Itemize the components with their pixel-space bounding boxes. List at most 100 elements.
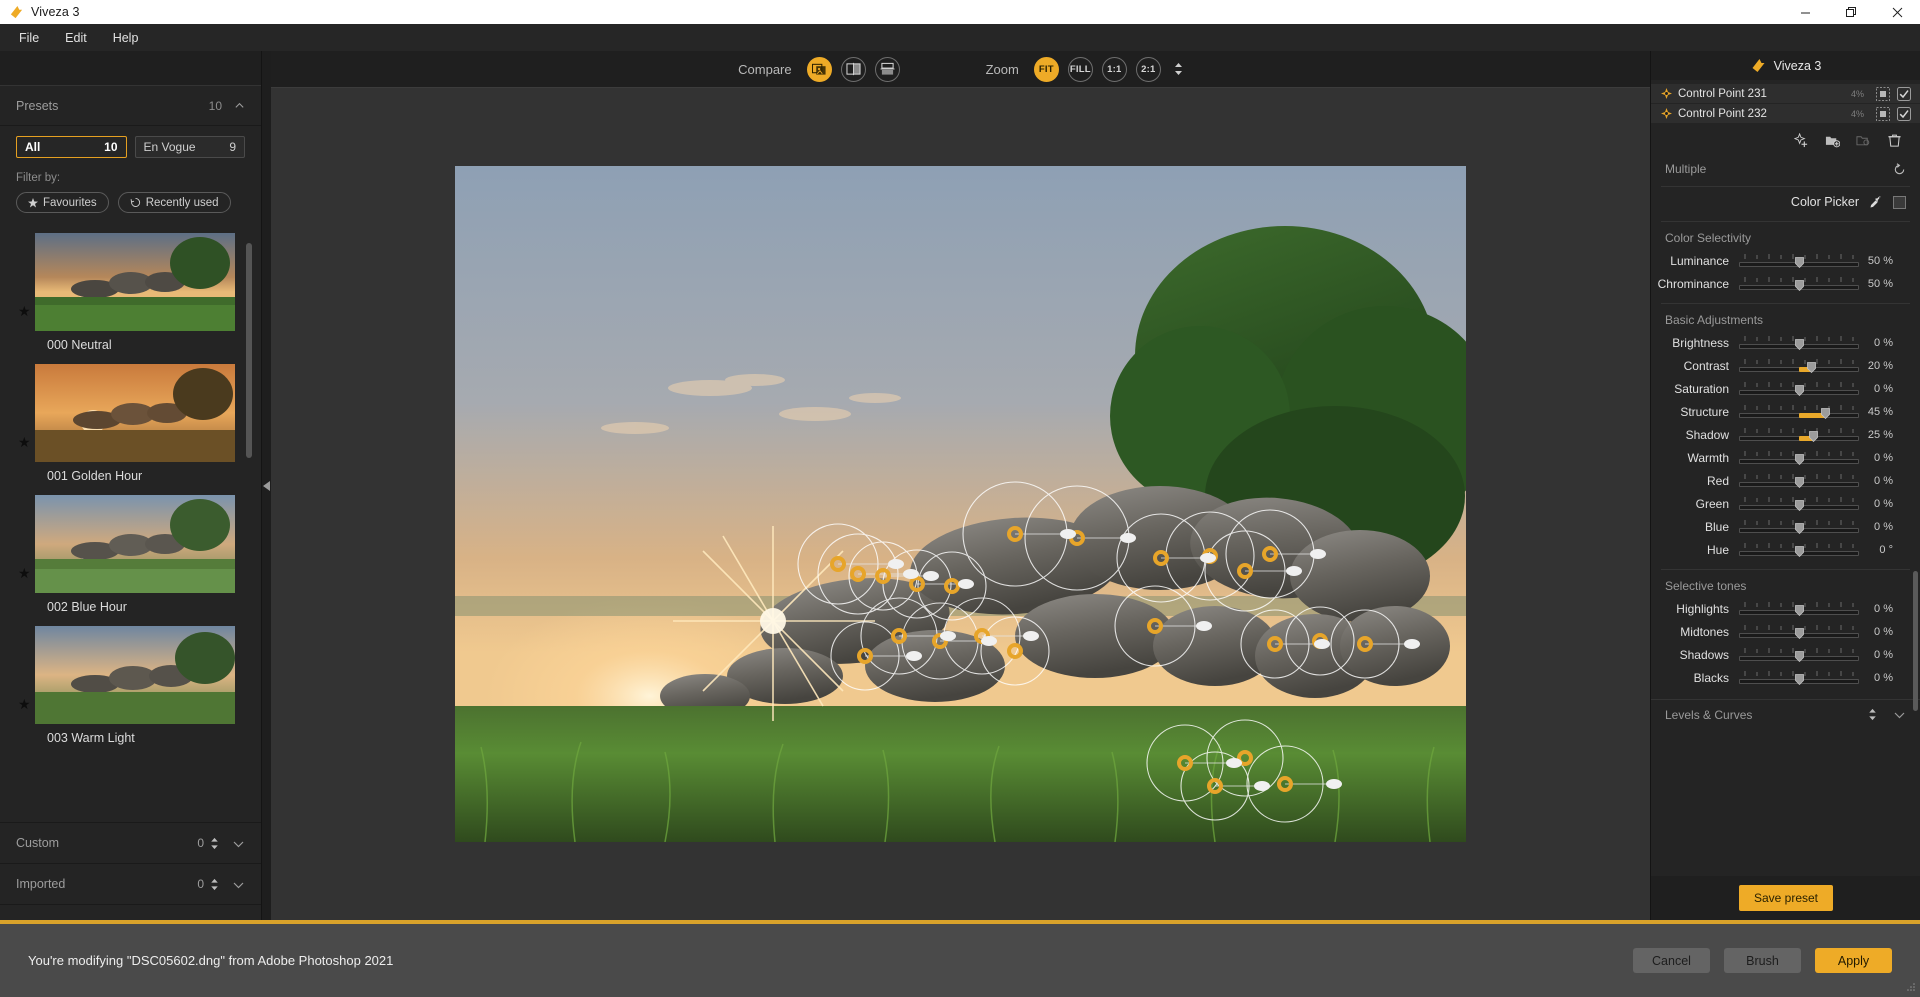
slider-track[interactable] — [1739, 600, 1859, 617]
save-preset-button[interactable]: Save preset — [1739, 885, 1833, 911]
slider-knob[interactable] — [1795, 674, 1804, 685]
control-point-row[interactable]: Control Point 232 4% — [1651, 104, 1920, 123]
slider-track[interactable] — [1739, 472, 1859, 489]
control-point-visibility-checkbox[interactable] — [1897, 107, 1911, 121]
slider-shadows[interactable]: Shadows0 % — [1651, 643, 1920, 666]
slider-knob[interactable] — [1807, 362, 1816, 373]
chevron-down-icon[interactable] — [232, 878, 245, 891]
slider-knob[interactable] — [1795, 339, 1804, 350]
slider-warmth[interactable]: Warmth0 % — [1651, 446, 1920, 469]
preset-favourite-star-icon[interactable]: ★ — [18, 436, 31, 449]
preset-favourite-star-icon[interactable]: ★ — [18, 305, 31, 318]
slider-knob[interactable] — [1795, 385, 1804, 396]
apply-button[interactable]: Apply — [1815, 948, 1892, 973]
control-point-mask-icon[interactable] — [1876, 87, 1890, 101]
left-panel-collapse-handle[interactable] — [262, 51, 271, 920]
slider-shadow[interactable]: Shadow25 % — [1651, 423, 1920, 446]
levels-curves-row[interactable]: Levels & Curves — [1651, 699, 1920, 729]
preset-item[interactable]: ★ 000 Neutral — [0, 233, 261, 364]
color-picker-swatch[interactable] — [1893, 196, 1906, 209]
preset-list[interactable]: ★ 000 Neutral ★ — [0, 233, 261, 822]
preset-item[interactable]: ★ 002 Blue Hour — [0, 495, 261, 626]
stepper-icon[interactable] — [1868, 708, 1877, 721]
zoom-stepper-icon[interactable] — [1174, 62, 1183, 76]
slider-knob[interactable] — [1795, 523, 1804, 534]
compare-stacked-view-button[interactable] — [875, 57, 900, 82]
resize-grip-icon[interactable] — [1905, 982, 1916, 993]
slider-blacks[interactable]: Blacks0 % — [1651, 666, 1920, 689]
brush-button[interactable]: Brush — [1724, 948, 1801, 973]
color-picker-row[interactable]: Color Picker — [1651, 187, 1920, 217]
add-control-point-icon[interactable] — [1794, 133, 1809, 148]
slider-hue[interactable]: Hue0 ° — [1651, 538, 1920, 561]
slider-track[interactable] — [1739, 449, 1859, 466]
slider-knob[interactable] — [1795, 605, 1804, 616]
menu-file[interactable]: File — [6, 27, 52, 49]
slider-saturation[interactable]: Saturation0 % — [1651, 377, 1920, 400]
preset-tab-en-vogue[interactable]: En Vogue 9 — [135, 136, 246, 158]
slider-luminance[interactable]: Luminance 50 % — [1651, 249, 1920, 272]
stepper-icon[interactable] — [210, 878, 219, 891]
reset-icon[interactable] — [1893, 163, 1906, 176]
slider-knob[interactable] — [1795, 651, 1804, 662]
slider-track[interactable] — [1739, 380, 1859, 397]
slider-track[interactable] — [1739, 426, 1859, 443]
delete-icon[interactable] — [1887, 133, 1902, 148]
zoom-fit-button[interactable]: FIT — [1034, 57, 1059, 82]
slider-knob[interactable] — [1795, 280, 1804, 291]
slider-track[interactable] — [1739, 669, 1859, 686]
chevron-down-icon[interactable] — [232, 837, 245, 850]
preset-item[interactable]: ★ 003 Warm Light — [0, 626, 261, 757]
slider-track[interactable] — [1739, 495, 1859, 512]
slider-knob[interactable] — [1809, 431, 1818, 442]
close-button[interactable] — [1874, 0, 1920, 24]
photo-viewport[interactable] — [271, 88, 1650, 920]
zoom-fill-button[interactable]: FILL — [1068, 57, 1093, 82]
presets-header[interactable]: Presets 10 — [0, 86, 261, 126]
slider-midtones[interactable]: Midtones0 % — [1651, 620, 1920, 643]
preset-favourite-star-icon[interactable]: ★ — [18, 567, 31, 580]
slider-track[interactable] — [1739, 541, 1859, 558]
control-point-mask-icon[interactable] — [1876, 107, 1890, 121]
slider-track[interactable] — [1739, 252, 1859, 269]
slider-chrominance[interactable]: Chrominance 50 % — [1651, 272, 1920, 295]
compare-split-view-button[interactable] — [841, 57, 866, 82]
menu-edit[interactable]: Edit — [52, 27, 100, 49]
slider-knob[interactable] — [1795, 628, 1804, 639]
slider-blue[interactable]: Blue0 % — [1651, 515, 1920, 538]
cancel-button[interactable]: Cancel — [1633, 948, 1710, 973]
slider-knob[interactable] — [1795, 454, 1804, 465]
chevron-up-icon[interactable] — [234, 100, 245, 111]
add-group-icon[interactable] — [1825, 133, 1840, 148]
control-point-visibility-checkbox[interactable] — [1897, 87, 1911, 101]
compare-single-view-button[interactable] — [807, 57, 832, 82]
control-point-row[interactable]: Control Point 231 4% — [1651, 84, 1920, 103]
slider-green[interactable]: Green0 % — [1651, 492, 1920, 515]
slider-contrast[interactable]: Contrast20 % — [1651, 354, 1920, 377]
preset-list-scrollbar[interactable] — [246, 243, 252, 458]
zoom-2-1-button[interactable]: 2:1 — [1136, 57, 1161, 82]
edited-photo[interactable] — [455, 166, 1466, 842]
chevron-down-icon[interactable] — [1893, 708, 1906, 721]
preset-item[interactable]: ★ 001 Golden Hour — [0, 364, 261, 495]
group-row-custom[interactable]: Custom 0 — [0, 822, 261, 863]
zoom-1-1-button[interactable]: 1:1 — [1102, 57, 1127, 82]
slider-track[interactable] — [1739, 403, 1859, 420]
slider-knob[interactable] — [1795, 546, 1804, 557]
slider-knob[interactable] — [1795, 500, 1804, 511]
filter-chip-recently-used[interactable]: Recently used — [118, 192, 231, 213]
slider-track[interactable] — [1739, 623, 1859, 640]
preset-favourite-star-icon[interactable]: ★ — [18, 698, 31, 711]
slider-track[interactable] — [1739, 334, 1859, 351]
slider-knob[interactable] — [1821, 408, 1830, 419]
filter-chip-favourites[interactable]: Favourites — [16, 192, 109, 213]
group-row-imported[interactable]: Imported 0 — [0, 863, 261, 904]
slider-track[interactable] — [1739, 518, 1859, 535]
maximize-restore-button[interactable] — [1828, 0, 1874, 24]
eyedropper-icon[interactable] — [1869, 195, 1883, 209]
slider-knob[interactable] — [1795, 257, 1804, 268]
slider-red[interactable]: Red0 % — [1651, 469, 1920, 492]
slider-track[interactable] — [1739, 357, 1859, 374]
minimize-button[interactable] — [1782, 0, 1828, 24]
menu-help[interactable]: Help — [100, 27, 152, 49]
